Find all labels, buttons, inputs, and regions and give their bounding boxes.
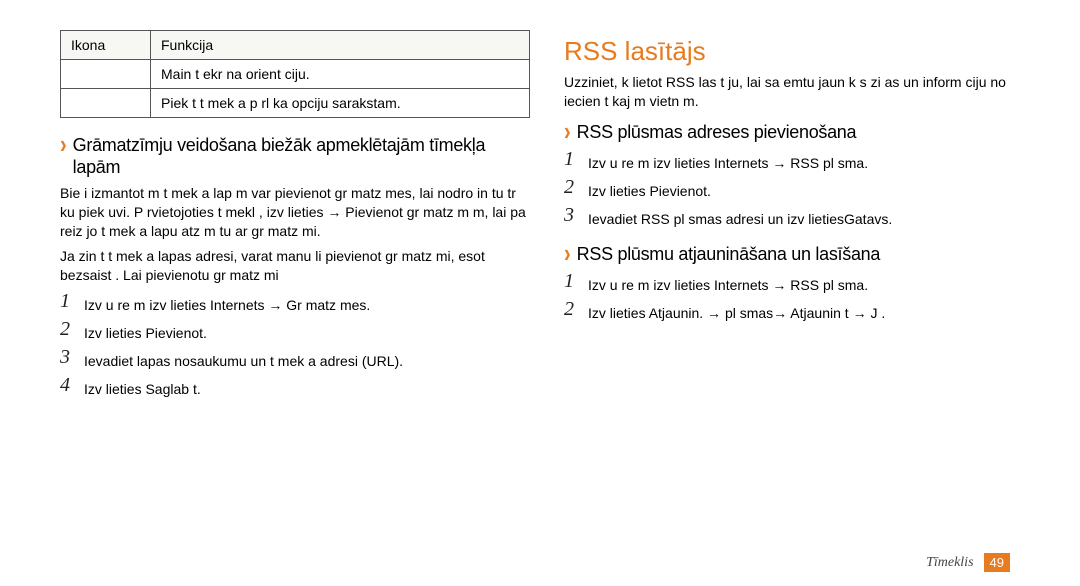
right-column: RSS lasītājs Uzziniet, k lietot RSS las …: [540, 30, 1030, 566]
refresh-rss-heading: › RSS plūsmu atjaunināšana un lasīšana: [564, 243, 1020, 265]
icon-function-table: Ikona Funkcija Main t ekr na orient ciju…: [60, 30, 530, 118]
paragraph: Uzziniet, k lietot RSS las t ju, lai sa …: [564, 73, 1020, 111]
list-item: Ievadiet RSS pl smas adresi un izv lieti…: [564, 205, 1020, 233]
page-footer: Tīmeklis 49: [926, 553, 1010, 572]
table-head-funkcija: Funkcija: [151, 31, 530, 60]
chevron-icon: ›: [60, 131, 67, 160]
paragraph: Bie i izmantot m t mek a lap m var pievi…: [60, 184, 530, 241]
chevron-icon: ›: [564, 240, 571, 269]
list-item: Izv u re m izv lieties Internets → Gr ma…: [60, 291, 530, 319]
footer-section-label: Tīmeklis: [926, 555, 973, 571]
table-cell: Main t ekr na orient ciju.: [151, 60, 530, 89]
add-rss-steps-list: Izv u re m izv lieties Internets → RSS p…: [564, 149, 1020, 233]
list-item: Izv lieties Atjaunin. → pl smas→ Atjauni…: [564, 299, 1020, 327]
bookmarks-heading: › Grāmatzīmju veidošana biežāk apmeklēta…: [60, 134, 530, 178]
list-item: Izv lieties Pievienot.: [60, 319, 530, 347]
bookmark-steps-list: Izv u re m izv lieties Internets → Gr ma…: [60, 291, 530, 403]
left-column: Ikona Funkcija Main t ekr na orient ciju…: [50, 30, 540, 566]
list-item: Izv lieties Pievienot.: [564, 177, 1020, 205]
page-number-badge: 49: [984, 553, 1010, 572]
table-cell: Piek t t mek a p rl ka opciju sarakstam.: [151, 89, 530, 118]
refresh-rss-steps-list: Izv u re m izv lieties Internets → RSS p…: [564, 271, 1020, 327]
list-item: Ievadiet lapas nosaukumu un t mek a adre…: [60, 347, 530, 375]
add-rss-heading: › RSS plūsmas adreses pievienošana: [564, 121, 1020, 143]
list-item: Izv u re m izv lieties Internets → RSS p…: [564, 149, 1020, 177]
table-row: Piek t t mek a p rl ka opciju sarakstam.: [61, 89, 530, 118]
rss-reader-title: RSS lasītājs: [564, 36, 1020, 67]
list-item: Izv u re m izv lieties Internets → RSS p…: [564, 271, 1020, 299]
paragraph: Ja zin t t mek a lapas adresi, varat man…: [60, 247, 530, 285]
table-row: Main t ekr na orient ciju.: [61, 60, 530, 89]
chevron-icon: ›: [564, 118, 571, 147]
table-head-ikona: Ikona: [61, 31, 151, 60]
list-item: Izv lieties Saglab t.: [60, 375, 530, 403]
